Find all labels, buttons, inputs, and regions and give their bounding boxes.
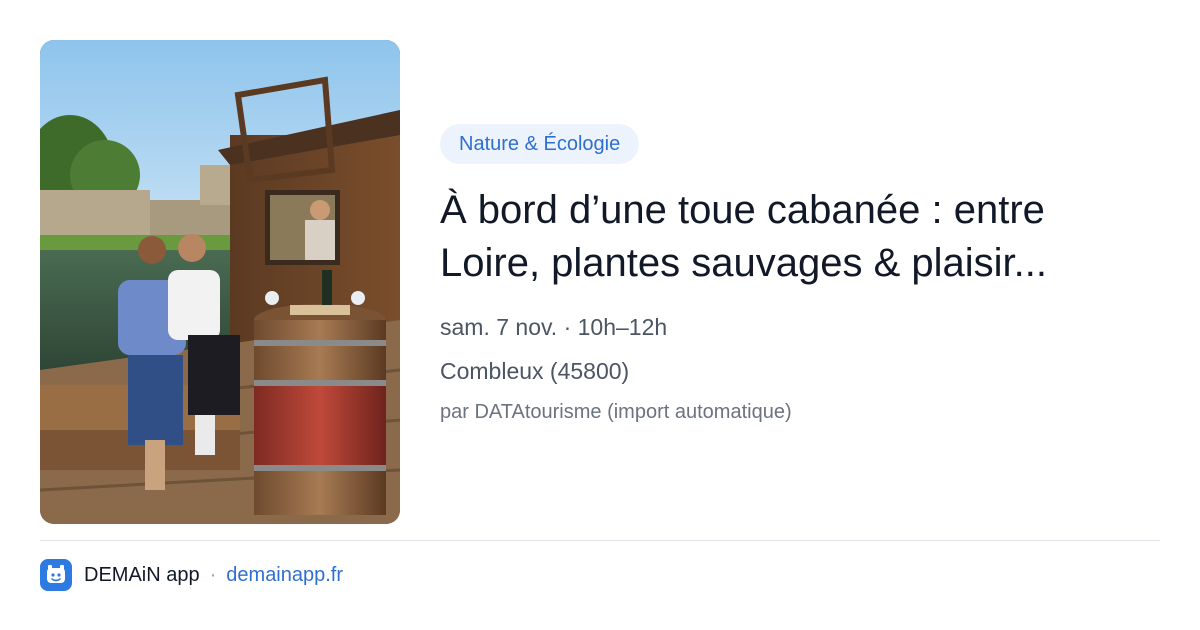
footer-separator: · (209, 563, 217, 586)
event-location: Combleux (45800) (440, 358, 630, 384)
app-name: DEMAiN app (84, 563, 200, 586)
demain-app-icon (40, 559, 72, 591)
footer: DEMAiN app · demainapp.fr (40, 558, 343, 592)
event-photo (40, 40, 400, 524)
event-title[interactable]: À bord d’une toue cabanée : entre Loire,… (440, 184, 1140, 290)
event-source: par DATAtourisme (import automatique) (440, 401, 792, 423)
footer-divider (40, 540, 1160, 541)
event-datetime: sam. 7 nov. · 10h–12h (440, 314, 668, 340)
event-share-card[interactable]: Nature & Écologie À bord d’une toue caba… (0, 0, 1200, 630)
category-tag[interactable]: Nature & Écologie (440, 124, 640, 164)
event-details: Nature & Écologie À bord d’une toue caba… (440, 124, 1160, 426)
app-website-link[interactable]: demainapp.fr (226, 564, 343, 587)
